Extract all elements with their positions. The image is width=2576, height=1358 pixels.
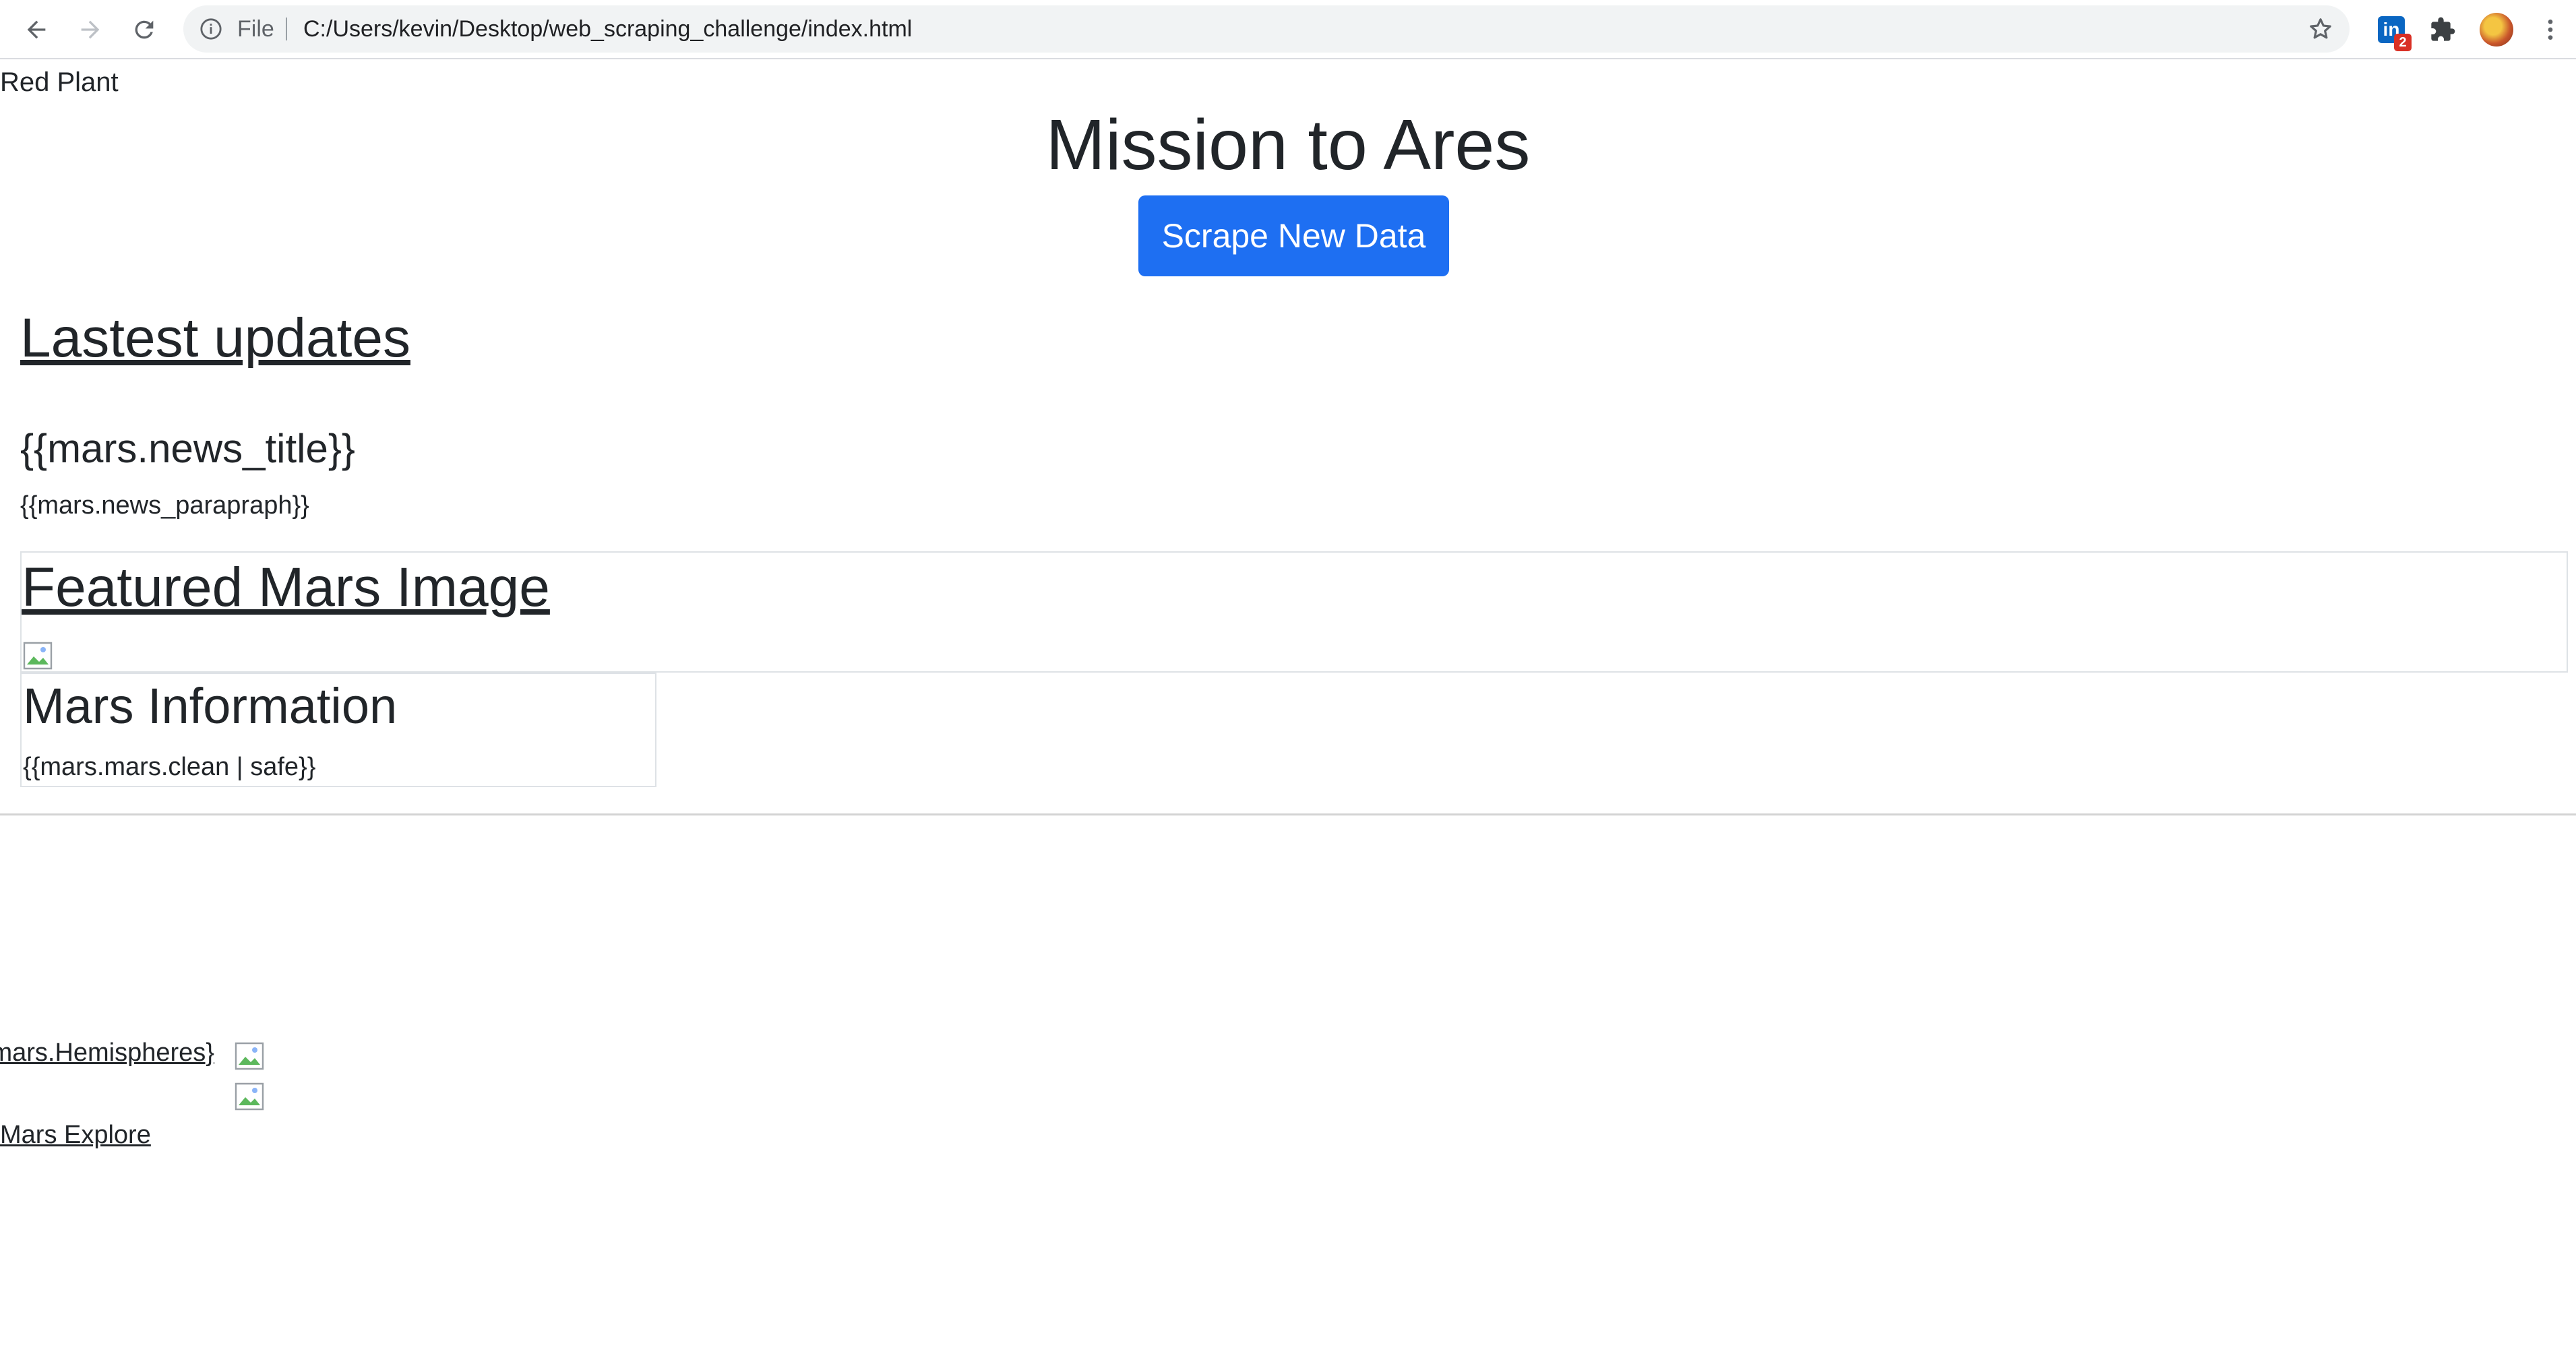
bookmark-star-icon[interactable] (2308, 16, 2333, 42)
news-paragraph: {{mars.news_parapraph}} (20, 491, 309, 520)
extensions-button[interactable] (2424, 11, 2461, 49)
menu-button[interactable] (2532, 11, 2569, 49)
file-scheme-label: File (237, 16, 274, 42)
section-divider (0, 813, 2576, 815)
back-button[interactable] (15, 8, 58, 51)
featured-image (23, 642, 53, 670)
url-text[interactable]: C:/Users/kevin/Desktop/web_scraping_chal… (303, 5, 912, 53)
puzzle-icon (2431, 17, 2455, 41)
mars-information-heading: Mars Information (23, 678, 398, 734)
reload-icon (135, 20, 154, 39)
broken-image-icon (23, 642, 53, 670)
linkedin-extension-button[interactable]: in 2 (2372, 11, 2412, 51)
profile-button[interactable] (2478, 11, 2515, 49)
address-bar[interactable]: File C:/Users/kevin/Desktop/web_scraping… (183, 5, 2350, 53)
extension-badge: 2 (2394, 34, 2412, 51)
avatar (2480, 13, 2513, 47)
navbar-brand[interactable]: Red Plant (0, 65, 119, 100)
page-title: Mission to Ares (1045, 105, 1531, 185)
omnibox-separator (286, 18, 287, 40)
news-title: {{mars.news_title}} (20, 426, 355, 471)
featured-image-heading: Featured Mars Image (22, 557, 550, 618)
hemispheres-link[interactable]: mars.Hemispheres} (0, 1035, 214, 1070)
kebab-menu-icon (2548, 20, 2553, 40)
linkedin-icon: in 2 (2378, 16, 2412, 51)
forward-button[interactable] (69, 8, 112, 51)
mars-explore-link[interactable]: Mars Explore (0, 1117, 151, 1152)
latest-updates-heading: Lastest updates (20, 307, 410, 369)
broken-image-icon (235, 1042, 264, 1070)
info-icon[interactable] (200, 18, 222, 40)
scrape-new-data-button[interactable]: Scrape New Data (1138, 195, 1449, 276)
reload-button[interactable] (123, 8, 166, 51)
broken-image-icon (235, 1082, 264, 1111)
hemisphere-image-1 (235, 1042, 264, 1070)
hemisphere-image-2 (235, 1082, 264, 1111)
arrow-left-icon (27, 20, 46, 39)
mars-information-table: {{mars.mars.clean | safe}} (23, 753, 316, 781)
arrow-right-icon (81, 20, 100, 39)
browser-toolbar: File C:/Users/kevin/Desktop/web_scraping… (0, 0, 2576, 59)
